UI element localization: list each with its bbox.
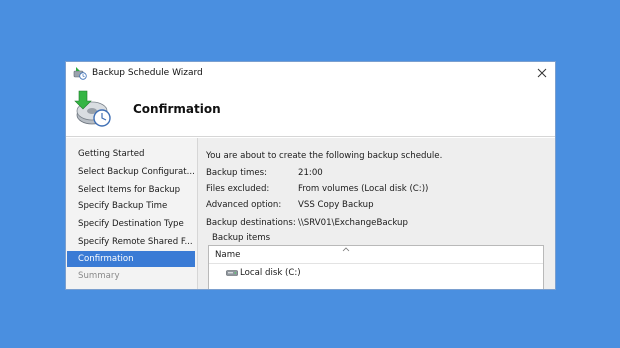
detail-key: Backup destinations: xyxy=(206,218,296,228)
step-confirmation[interactable]: Confirmation xyxy=(67,251,195,267)
wizard-header: Confirmation xyxy=(66,84,555,137)
wizard-app-icon xyxy=(73,66,87,80)
step-select-items-for-backup[interactable]: Select Items for Backup xyxy=(67,182,195,198)
step-getting-started[interactable]: Getting Started xyxy=(67,146,195,162)
detail-key: Backup times: xyxy=(206,168,268,178)
column-header-name[interactable]: Name xyxy=(215,250,240,260)
step-specify-remote-shared-folder[interactable]: Specify Remote Shared F... xyxy=(67,234,195,250)
list-item-label: Local disk (C:) xyxy=(240,268,301,278)
detail-value: \\SRV01\ExchangeBackup xyxy=(298,218,408,228)
window-title: Backup Schedule Wizard xyxy=(92,68,203,78)
step-specify-destination-type[interactable]: Specify Destination Type xyxy=(67,216,195,232)
confirmation-panel: You are about to create the following ba… xyxy=(197,138,555,289)
page-title: Confirmation xyxy=(133,102,221,116)
title-bar: Backup Schedule Wizard xyxy=(66,62,555,84)
list-item[interactable]: Local disk (C:) xyxy=(226,265,301,281)
close-icon xyxy=(537,68,547,78)
detail-value: 21:00 xyxy=(298,168,323,178)
wizard-steps-sidebar: Getting Started Select Backup Configurat… xyxy=(66,138,197,289)
backup-wizard-icon xyxy=(73,89,113,129)
detail-value: From volumes (Local disk (C:)) xyxy=(298,184,429,194)
step-summary: Summary xyxy=(78,271,120,281)
backup-items-list[interactable]: Name Local disk (C:) xyxy=(208,245,544,289)
intro-text: You are about to create the following ba… xyxy=(206,151,443,161)
detail-value: VSS Copy Backup xyxy=(298,200,374,210)
close-button[interactable] xyxy=(533,64,551,82)
sort-up-icon xyxy=(341,245,351,253)
step-specify-backup-time[interactable]: Specify Backup Time xyxy=(67,198,195,214)
list-header: Name xyxy=(209,246,543,264)
disk-icon xyxy=(226,269,238,277)
detail-key: Files excluded: xyxy=(206,184,270,194)
backup-items-label: Backup items xyxy=(212,233,271,243)
detail-key: Advanced option: xyxy=(206,200,282,210)
wizard-window: Backup Schedule Wizard Confirmation Gett… xyxy=(65,61,556,290)
step-select-backup-configuration[interactable]: Select Backup Configurat... xyxy=(67,164,195,180)
